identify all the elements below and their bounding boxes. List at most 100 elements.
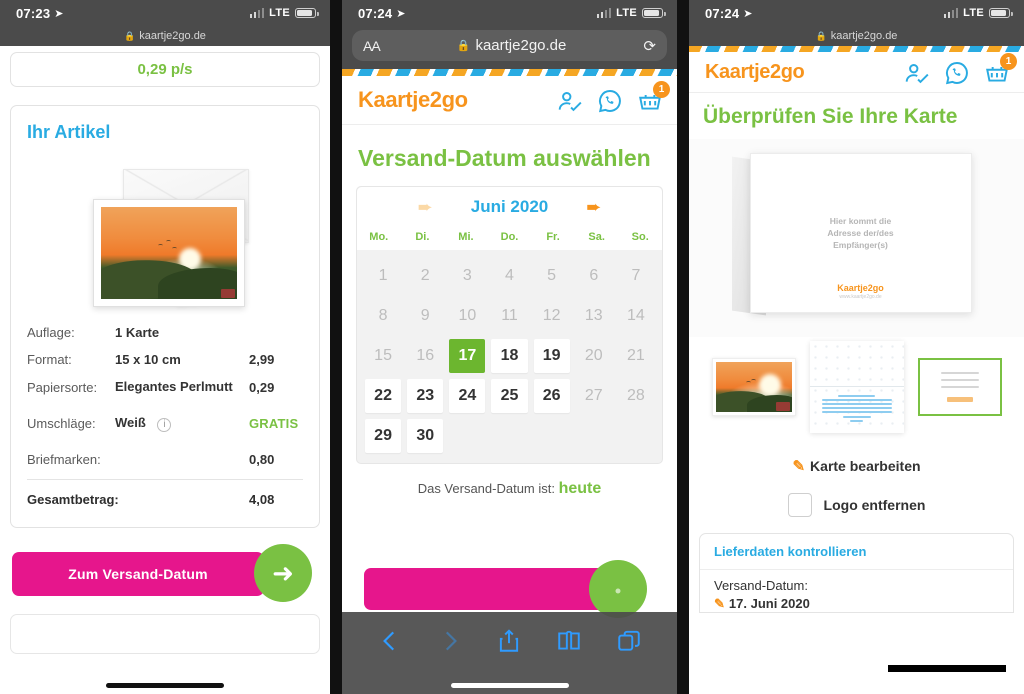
chat-icon[interactable] [597,88,623,113]
calendar-cell-empty [618,419,654,453]
calendar-day-25[interactable]: 25 [491,379,528,413]
lock-icon: 🔒 [815,30,827,41]
pencil-icon: ✎ [792,458,806,475]
account-icon[interactable] [904,60,930,84]
status-time: 07:24 [705,5,740,21]
calendar-day-4: 4 [505,267,514,284]
card-side-thumbnails [689,337,1024,445]
shipping-date-label: Versand-Datum: [714,578,808,593]
selected-date-note: Das Versand-Datum ist: heute [342,480,677,498]
site-logo[interactable]: Kaartje2go [358,87,468,113]
front-photo-thumbnail[interactable] [711,358,796,416]
calendar-day-28: 28 [627,387,645,404]
arrow-right-icon[interactable]: ➜ [254,544,312,603]
inside-spread-thumbnail[interactable] [809,341,904,433]
calendar-weekday-header: Mo. Di. Mi. Do. Fr. Sa. So. [357,227,662,250]
calendar-day-grid: 1 2 3 4 5 6 7 8 9 10 11 12 13 14 15 16 17 18 19 20 21 22 23 24 2… [357,250,662,455]
spec-value: Elegantes Perlmutt [115,379,233,394]
text-size-button[interactable]: AA [363,38,381,54]
shipping-date-value: 17. Juni 2020 [728,596,810,611]
calendar-day-29[interactable]: 29 [365,419,402,453]
card-address-side-preview[interactable]: Hier kommt die Adresse der/des Empfänger(s… [749,153,972,313]
article-summary-card: Ihr Artikel Auflage: 1 Karte Format: 15 … [10,105,320,529]
total-label: Gesamtbetrag: [27,492,119,508]
location-arrow-icon: ➤ [54,7,64,20]
reload-icon[interactable]: ⟳ [643,37,656,55]
note-prefix: Das Versand-Datum ist: [417,481,555,496]
weekday-label: Mi. [458,231,474,243]
lock-icon: 🔒 [124,30,136,41]
calendar-day-30[interactable]: 30 [407,419,444,453]
site-logo[interactable]: Kaartje2go [705,61,805,84]
edit-card-link[interactable]: ✎ Karte bearbeiten [689,445,1024,481]
status-time: 07:23 [16,5,51,21]
address-side-thumbnail[interactable] [917,358,1002,416]
tabs-icon[interactable] [616,628,642,654]
delivery-details-title: Lieferdaten kontrollieren [700,534,1013,570]
cart-icon[interactable]: 1 [637,81,670,112]
address-placeholder-text: Hier kommt die Adresse der/des Empfänger(s… [827,215,893,252]
total-row: Gesamtbetrag: 4,08 [27,482,303,513]
url-display[interactable]: 🔒 kaartje2go.de [380,37,644,54]
spec-label: Format: [27,352,72,367]
three-panel-screenshot: 07:23 ➤ LTE 🔒 kaartje2go.de 0,29 p/s Ihr… [0,0,1024,694]
spec-row: Umschläge: Weiß i GRATIS [27,401,303,438]
total-amount: 4,08 [249,492,275,508]
continue-button[interactable] [364,568,614,610]
compact-url-bar[interactable]: 🔒 kaartje2go.de [0,26,330,46]
cart-icon[interactable]: 1 [984,53,1017,84]
chat-icon[interactable] [944,60,970,85]
remove-logo-option[interactable]: Logo entfernen [689,481,1024,533]
url-text: kaartje2go.de [475,37,567,54]
cart-badge: 1 [653,81,670,98]
status-time: 07:24 [358,5,393,21]
calendar-day-26[interactable]: 26 [533,379,570,413]
calendar-day-23[interactable]: 23 [407,379,444,413]
calendar-day-13: 13 [584,307,603,324]
calendar-day-12: 12 [542,307,561,324]
note-value: heute [558,480,602,497]
info-icon[interactable]: i [157,418,172,433]
spec-label: Auflage: [27,325,75,340]
delivery-details-card: Lieferdaten kontrollieren Versand-Datum:… [699,533,1014,613]
calendar-day-21: 21 [627,347,645,364]
address-field[interactable]: AA 🔒 kaartje2go.de ⟳ [352,30,667,61]
bookmarks-icon[interactable] [556,628,582,654]
compact-url-bar[interactable]: 🔒 kaartje2go.de [689,26,1024,46]
safari-toolbar [342,612,677,694]
calendar-day-22[interactable]: 22 [365,379,402,413]
weekday-label: Do. [500,231,519,243]
calendar-day-9: 9 [420,307,430,324]
calendar-day-17[interactable]: 17 [449,339,486,373]
card-front-graphic [93,199,245,307]
calendar-day-2: 2 [420,267,430,284]
continue-to-shipping-date-button[interactable]: Zum Versand-Datum [12,552,264,597]
remove-logo-checkbox[interactable] [787,493,812,517]
price-per-sheet-value: 0,29 p/s [137,61,193,78]
spec-label: Umschläge: [27,416,96,432]
shipping-date-row[interactable]: ✎ 17. Juni 2020 [714,596,999,612]
calendar-day-18[interactable]: 18 [491,339,528,373]
card-artwork-preview [27,151,303,311]
spec-label: Briefmarken: [27,452,101,468]
arrow-right-icon[interactable] [589,560,647,618]
calendar-day-24[interactable]: 24 [449,379,486,413]
page-title: Versand-Datum auswählen [358,145,651,171]
account-icon[interactable] [557,88,583,112]
panel-gap [677,0,689,694]
total-divider [27,479,303,481]
forward-icon[interactable] [437,628,463,654]
prev-month-arrow-icon[interactable]: ➨ [418,198,433,216]
calendar-day-3: 3 [462,267,472,284]
preview-logo-text: Kaartje2go [837,283,884,293]
battery-icon [642,7,666,19]
calendar-day-1: 1 [378,267,388,284]
pencil-icon[interactable]: ✎ [714,596,725,611]
home-indicator [450,683,569,688]
calendar-day-19[interactable]: 19 [533,339,570,373]
address-placeholder-line: Adresse der/des [827,227,894,238]
share-icon[interactable] [496,628,522,654]
calendar-day-8: 8 [378,307,388,324]
next-month-arrow-icon[interactable]: ➨ [586,198,601,216]
back-icon[interactable] [377,628,403,654]
